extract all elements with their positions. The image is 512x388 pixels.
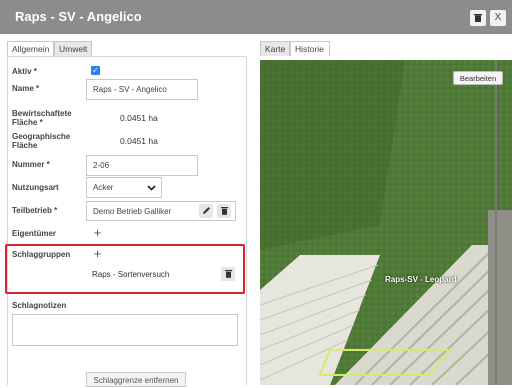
aktiv-checkbox[interactable]: ✓ xyxy=(91,66,100,75)
add-eigentuemer-button[interactable]: + xyxy=(91,226,104,239)
pencil-icon xyxy=(202,207,210,214)
window-titlebar: Raps - SV - Angelico X xyxy=(0,0,512,34)
tab-historie[interactable]: Historie xyxy=(290,41,330,56)
add-schlaggruppe-button[interactable]: + xyxy=(91,247,104,260)
chevron-down-icon xyxy=(147,185,156,191)
bewirtschaftete-value: 0.0451 ha xyxy=(120,113,158,123)
map-field-label: Raps-SV - Leopard xyxy=(385,275,457,284)
name-input[interactable]: Raps - SV - Angelico xyxy=(86,79,198,100)
plus-icon: + xyxy=(93,246,102,261)
schlagnotizen-textarea[interactable] xyxy=(12,314,238,346)
edit-teilbetrieb-button[interactable] xyxy=(199,204,213,218)
teilbetrieb-label: Teilbetrieb * xyxy=(12,206,58,215)
trash-icon xyxy=(220,207,228,215)
nutzungsart-select[interactable]: Acker xyxy=(86,177,162,198)
nummer-label: Nummer * xyxy=(12,160,50,169)
tab-karte[interactable]: Karte xyxy=(260,41,290,56)
bewirtschaftete-label-line2: Fläche * xyxy=(12,118,43,127)
geographische-value: 0.0451 ha xyxy=(120,136,158,146)
nutzungsart-label: Nutzungsart xyxy=(12,183,59,192)
window-title: Raps - SV - Angelico xyxy=(15,9,142,24)
check-icon: ✓ xyxy=(92,66,99,75)
teilbetrieb-value: Demo Betrieb Galliker xyxy=(93,207,172,216)
teilbetrieb-field: Demo Betrieb Galliker xyxy=(86,201,236,221)
geographische-label-line2: Fläche xyxy=(12,141,38,150)
map-edit-button[interactable]: Bearbeiten xyxy=(453,71,503,85)
tab-umwelt[interactable]: Umwelt xyxy=(54,41,92,56)
plus-icon: + xyxy=(93,225,102,240)
name-label: Name * xyxy=(12,84,40,93)
map-view[interactable] xyxy=(260,60,512,385)
schlaggruppe-item: Raps - Sortenversuch xyxy=(92,270,170,279)
aktiv-label: Aktiv * xyxy=(12,67,37,76)
nutzungsart-value: Acker xyxy=(93,183,114,192)
trash-icon xyxy=(474,14,482,22)
nummer-input[interactable]: 2-06 xyxy=(86,155,198,176)
delete-teilbetrieb-button[interactable] xyxy=(217,204,231,218)
delete-window-button[interactable] xyxy=(470,10,486,26)
satellite-map-image xyxy=(260,60,512,385)
eigentuemer-label: Eigentümer xyxy=(12,229,57,238)
delete-schlaggruppe-button[interactable] xyxy=(221,267,235,281)
trash-icon xyxy=(224,270,232,278)
schlaggruppen-label: Schlaggruppen xyxy=(12,250,71,259)
tab-allgemein[interactable]: Allgemein xyxy=(7,41,54,56)
close-window-button[interactable]: X xyxy=(490,10,506,26)
schlagnotizen-label: Schlagnotizen xyxy=(12,301,67,310)
